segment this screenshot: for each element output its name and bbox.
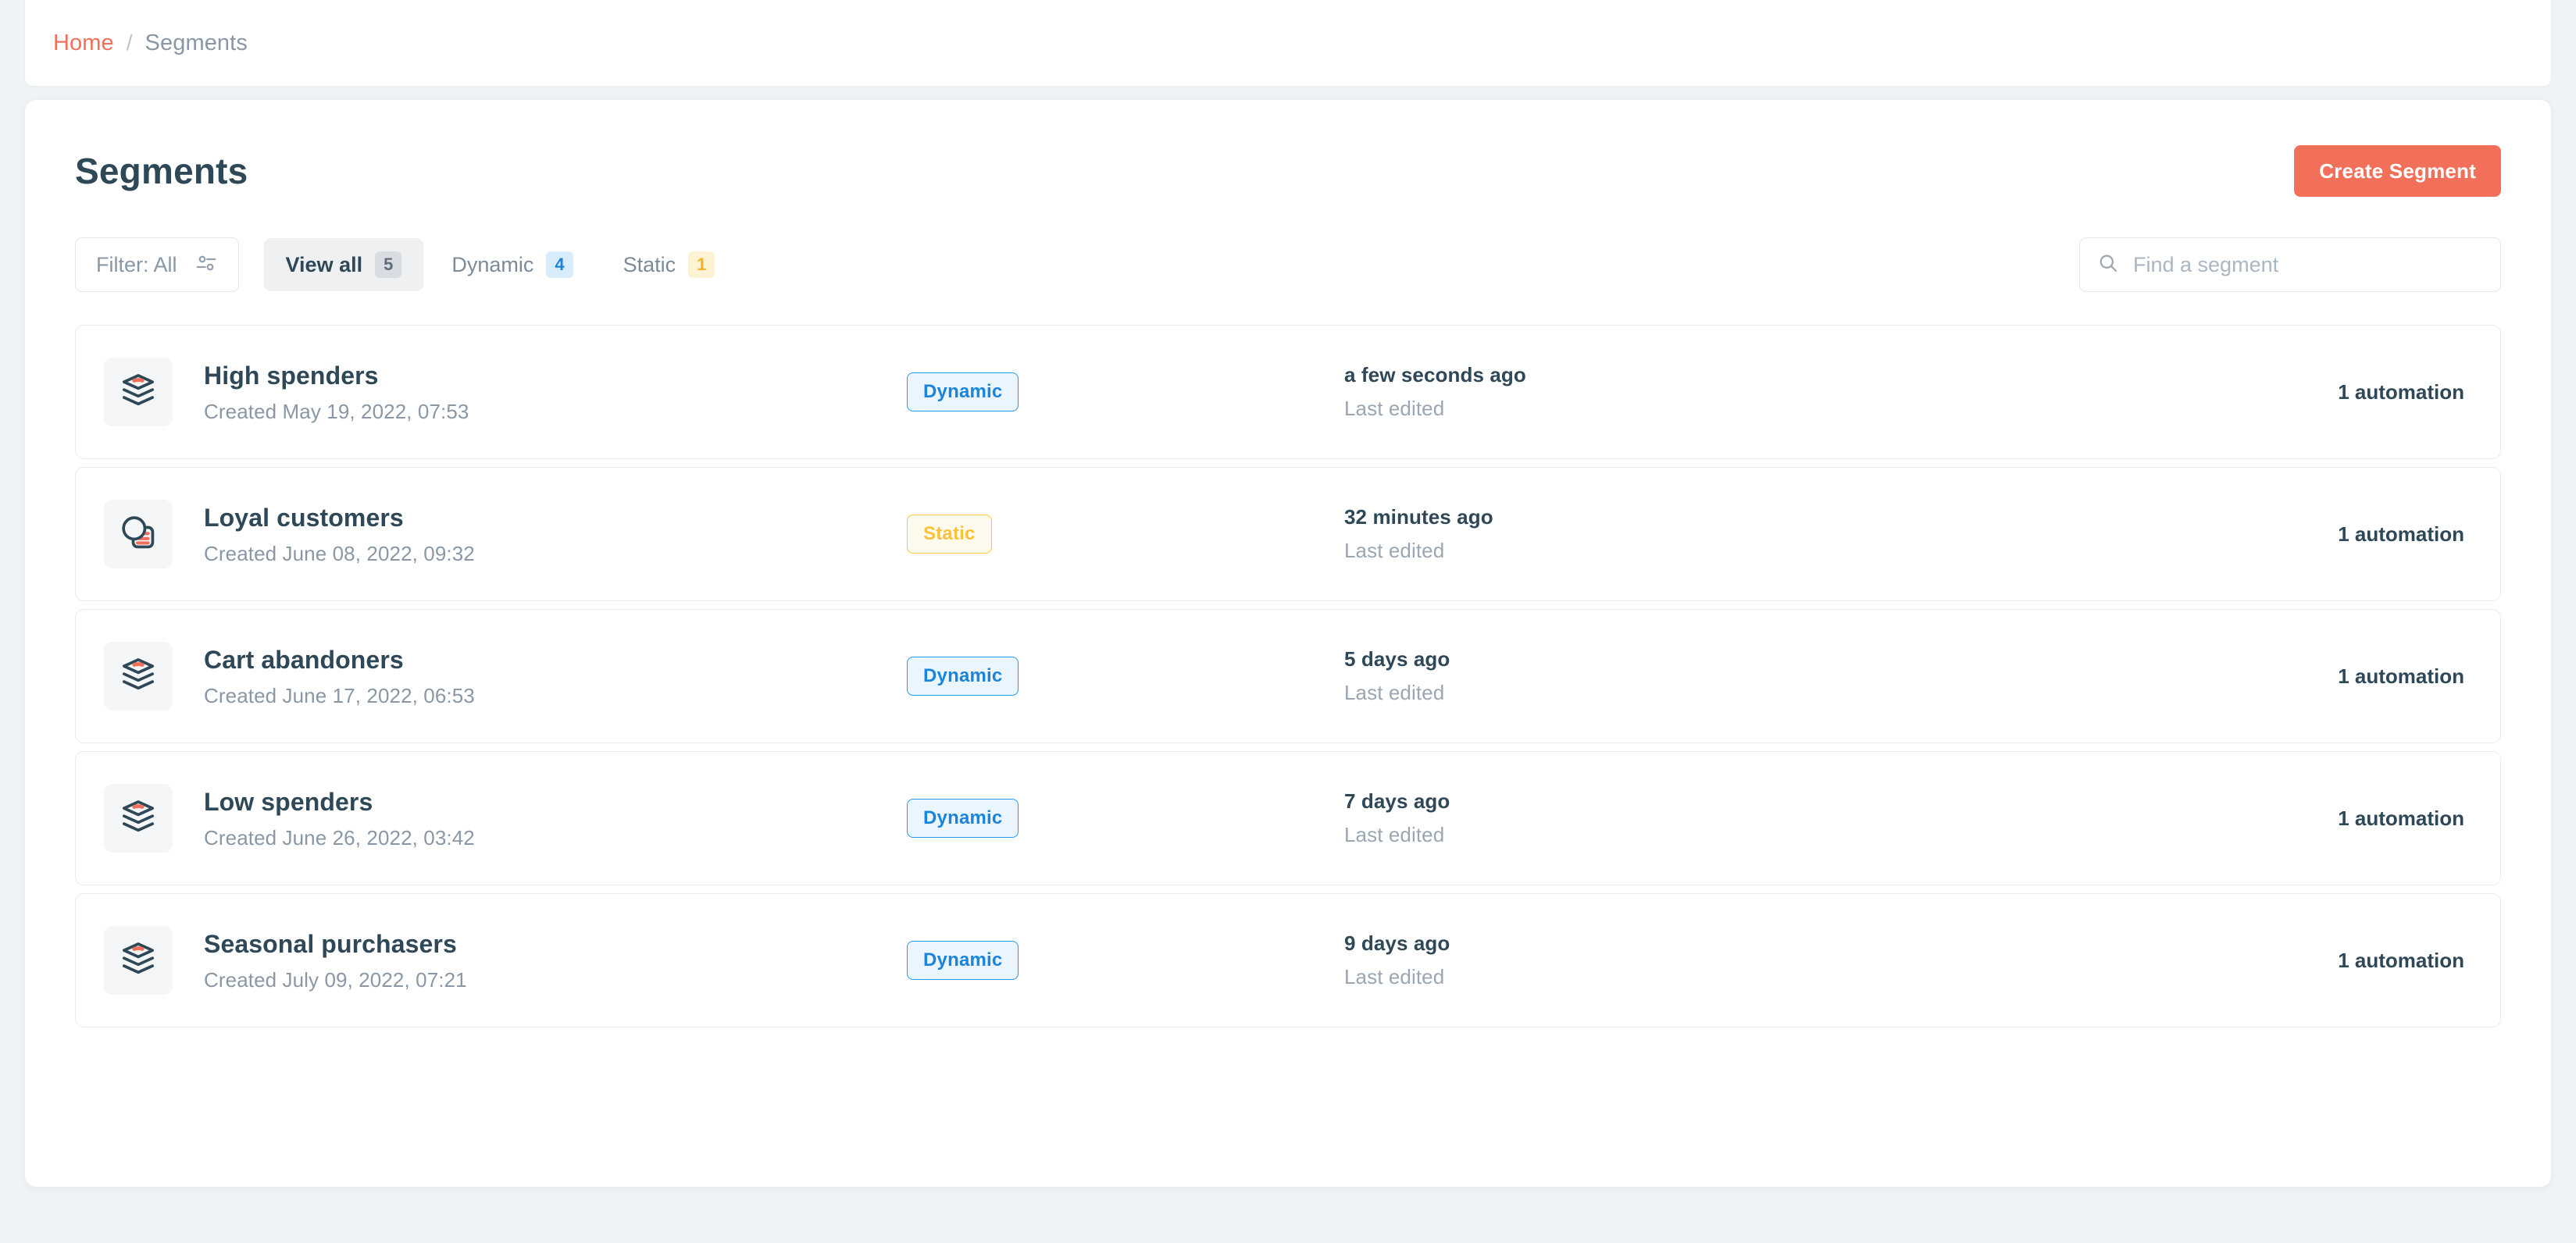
segment-icon-tile	[104, 784, 173, 853]
breadcrumb-separator: /	[126, 30, 133, 55]
create-segment-button[interactable]: Create Segment	[2294, 145, 2501, 197]
segment-last-edited-value: 32 minutes ago	[1344, 505, 1493, 529]
segment-created: Created June 17, 2022, 06:53	[204, 684, 475, 708]
table-row[interactable]: Low spenders Created June 26, 2022, 03:4…	[75, 751, 2501, 885]
search-icon	[2097, 252, 2119, 278]
layers-icon	[118, 796, 159, 841]
segment-last-edited-value: 7 days ago	[1344, 789, 1450, 813]
segment-type-cell: Dynamic	[907, 657, 1344, 696]
segment-edited-cell: 7 days ago Last edited	[1344, 789, 2110, 847]
segment-edited-cell: 5 days ago Last edited	[1344, 647, 2110, 705]
segment-type-tabs: View all 5 Dynamic 4 Static 1	[263, 238, 737, 291]
tab-static-count: 1	[688, 251, 715, 278]
segment-type-cell: Dynamic	[907, 372, 1344, 411]
segment-name: Low spenders	[204, 787, 373, 816]
segment-text: High spenders Created May 19, 2022, 07:5…	[204, 360, 907, 425]
table-row[interactable]: Seasonal purchasers Created July 09, 202…	[75, 893, 2501, 1028]
segment-automations: 1 automation	[2338, 379, 2464, 404]
search-input[interactable]	[2133, 252, 2483, 277]
status-badge: Dynamic	[907, 941, 1019, 980]
segment-name: High spenders	[204, 361, 379, 390]
segment-name: Cart abandoners	[204, 645, 404, 674]
layers-icon	[118, 654, 159, 699]
filter-dropdown[interactable]: Filter: All	[75, 237, 239, 292]
segment-icon-tile	[104, 642, 173, 711]
tab-dynamic-label: Dynamic	[451, 252, 534, 276]
breadcrumb: Home / Segments	[25, 0, 2551, 86]
segment-last-edited-value: a few seconds ago	[1344, 363, 1526, 386]
segment-last-edited-label: Last edited	[1344, 397, 1445, 420]
segment-type-cell: Dynamic	[907, 941, 1344, 980]
segment-last-edited-value: 5 days ago	[1344, 647, 1450, 671]
segment-type-cell: Static	[907, 515, 1344, 554]
segment-automations: 1 automation	[2338, 806, 2464, 830]
status-badge: Dynamic	[907, 657, 1019, 696]
tab-view-all-count: 5	[375, 251, 402, 278]
segment-text: Seasonal purchasers Created July 09, 202…	[204, 928, 907, 993]
table-row[interactable]: Cart abandoners Created June 17, 2022, 0…	[75, 609, 2501, 743]
search-box[interactable]	[2079, 237, 2501, 292]
segment-edited-cell: 9 days ago Last edited	[1344, 931, 2110, 989]
filter-dropdown-label: Filter: All	[96, 252, 177, 276]
segment-name: Seasonal purchasers	[204, 929, 457, 958]
segment-automations: 1 automation	[2338, 664, 2464, 688]
segment-created: Created May 19, 2022, 07:53	[204, 400, 469, 424]
segment-name: Loyal customers	[204, 503, 404, 532]
table-row[interactable]: High spenders Created May 19, 2022, 07:5…	[75, 325, 2501, 459]
segment-text: Low spenders Created June 26, 2022, 03:4…	[204, 786, 907, 851]
segment-icon-tile	[104, 926, 173, 995]
layers-icon	[118, 938, 159, 983]
breadcrumb-link-home[interactable]: Home	[53, 30, 114, 56]
segment-created: Created June 26, 2022, 03:42	[204, 826, 475, 850]
tab-dynamic[interactable]: Dynamic 4	[430, 238, 594, 291]
table-row[interactable]: Loyal customers Created June 08, 2022, 0…	[75, 467, 2501, 601]
toolbar: Filter: All View all 5 Dynamic 4 Static …	[25, 197, 2551, 292]
segment-icon-tile	[104, 358, 173, 426]
segment-automations: 1 automation	[2338, 522, 2464, 546]
tab-static[interactable]: Static 1	[601, 238, 737, 291]
static-list-icon	[118, 512, 159, 557]
sliders-icon	[194, 251, 218, 279]
breadcrumb-current-segments: Segments	[144, 30, 248, 55]
panel-header: Segments Create Segment	[25, 100, 2551, 197]
status-badge: Dynamic	[907, 372, 1019, 411]
status-badge: Dynamic	[907, 799, 1019, 838]
segment-last-edited-label: Last edited	[1344, 539, 1445, 562]
segment-edited-cell: a few seconds ago Last edited	[1344, 363, 2110, 421]
segment-edited-cell: 32 minutes ago Last edited	[1344, 505, 2110, 563]
tab-dynamic-count: 4	[546, 251, 573, 278]
status-badge: Static	[907, 515, 992, 554]
segment-created: Created June 08, 2022, 09:32	[204, 542, 475, 566]
layers-icon	[118, 370, 159, 415]
segments-list: High spenders Created May 19, 2022, 07:5…	[25, 292, 2551, 1028]
segment-type-cell: Dynamic	[907, 799, 1344, 838]
segment-last-edited-label: Last edited	[1344, 965, 1445, 988]
segment-icon-tile	[104, 500, 173, 568]
segment-text: Cart abandoners Created June 17, 2022, 0…	[204, 644, 907, 709]
segment-last-edited-label: Last edited	[1344, 823, 1445, 846]
segment-last-edited-label: Last edited	[1344, 681, 1445, 704]
tab-static-label: Static	[623, 252, 676, 276]
segment-created: Created July 09, 2022, 07:21	[204, 968, 467, 992]
tab-view-all-label: View all	[285, 252, 363, 276]
segment-text: Loyal customers Created June 08, 2022, 0…	[204, 502, 907, 567]
segment-automations: 1 automation	[2338, 948, 2464, 972]
segment-last-edited-value: 9 days ago	[1344, 931, 1450, 955]
tab-view-all[interactable]: View all 5	[263, 238, 424, 291]
segments-panel: Segments Create Segment Filter: All View…	[25, 100, 2551, 1187]
page-title: Segments	[75, 151, 248, 191]
